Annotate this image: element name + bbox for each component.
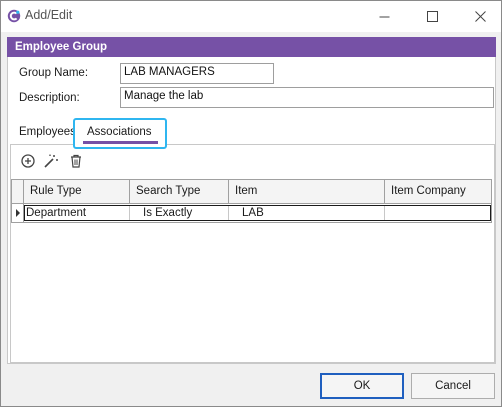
group-name-label: Group Name: — [19, 67, 89, 79]
add-edit-dialog: Add/Edit Employee Group Group Name: LAB … — [0, 0, 502, 407]
row-selector[interactable] — [12, 204, 24, 222]
cancel-button-mnemonic: C — [435, 380, 444, 392]
employee-group-header: Employee Group — [7, 37, 496, 57]
cancel-button[interactable]: Cancel — [411, 373, 495, 399]
tab-associations[interactable]: Associations — [73, 118, 167, 149]
title-bar: Add/Edit — [1, 1, 501, 32]
cell-item[interactable]: LAB — [229, 206, 385, 220]
minimize-button[interactable] — [361, 1, 407, 32]
column-header-item-company[interactable]: Item Company — [385, 180, 491, 204]
magic-wand-icon[interactable] — [43, 153, 59, 169]
column-header-rule-type[interactable]: Rule Type — [24, 180, 130, 204]
description-input[interactable]: Manage the lab — [120, 87, 494, 108]
column-header-item[interactable]: Item — [229, 180, 385, 204]
tab-employees[interactable]: Employees — [19, 126, 76, 138]
trash-icon[interactable] — [68, 153, 84, 169]
ok-button[interactable]: OK — [320, 373, 404, 399]
active-tab-indicator — [83, 141, 158, 144]
add-circle-icon[interactable] — [20, 153, 36, 169]
table-row[interactable]: Department Is Exactly LAB — [24, 205, 491, 221]
cell-search-type[interactable]: Is Exactly — [130, 206, 229, 220]
minimize-icon — [379, 16, 389, 18]
app-logo-icon — [7, 9, 21, 23]
current-row-icon — [16, 209, 20, 217]
associations-grid: Rule Type Search Type Item Item Company … — [11, 179, 492, 223]
ok-button-mnemonic: O — [353, 380, 363, 392]
maximize-button[interactable] — [409, 1, 455, 32]
description-label: Description: — [19, 92, 80, 104]
cancel-button-label: ancel — [443, 380, 471, 392]
close-icon — [474, 11, 486, 22]
grid-header: Rule Type Search Type Item Item Company — [12, 180, 491, 204]
row-selector-header — [12, 180, 24, 204]
maximize-icon — [426, 11, 438, 22]
column-header-search-type[interactable]: Search Type — [130, 180, 229, 204]
cell-item-company[interactable] — [385, 206, 490, 220]
tab-associations-label: Associations — [87, 126, 152, 138]
ok-button-label: K — [362, 380, 371, 392]
group-name-input[interactable]: LAB MANAGERS — [120, 63, 274, 84]
window-title: Add/Edit — [25, 8, 73, 22]
close-button[interactable] — [457, 1, 502, 32]
tab-content-panel — [10, 144, 495, 363]
cell-rule-type[interactable]: Department — [25, 206, 130, 220]
